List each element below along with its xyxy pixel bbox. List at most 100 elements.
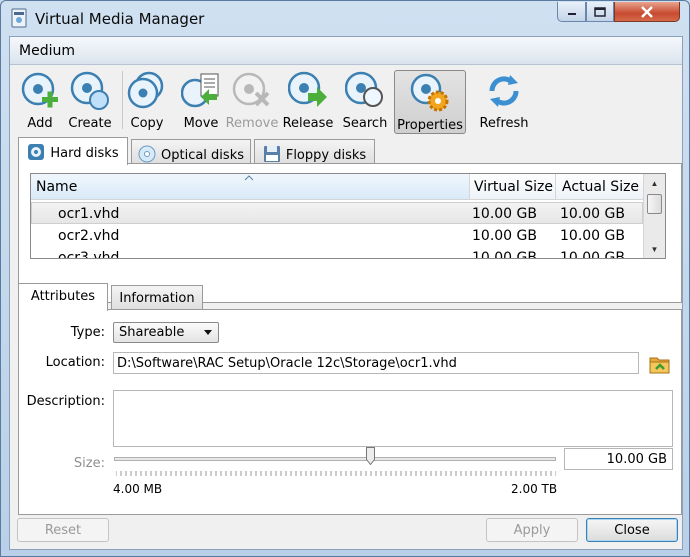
menu-medium[interactable]: Medium <box>19 43 75 59</box>
move-label: Move <box>183 116 219 131</box>
type-label: Type: <box>70 325 105 340</box>
properties-label: Properties <box>397 118 463 133</box>
column-divider <box>555 174 556 200</box>
row-virtual-size: 10.00 GB <box>472 228 537 244</box>
remove-button[interactable]: Remove <box>222 69 282 131</box>
client-area: Medium Add Create Copy Move Remove Relea… <box>9 36 683 550</box>
location-label: Location: <box>45 355 105 370</box>
close-icon <box>641 5 653 18</box>
close-window-button[interactable] <box>614 2 680 22</box>
create-disk-icon <box>70 71 109 110</box>
table-row[interactable]: ocr3.vhd 10.00 GB 10.00 GB <box>31 247 643 259</box>
minimize-icon <box>567 12 576 15</box>
scroll-up-arrow[interactable]: ▲ <box>644 174 665 192</box>
row-actual-size: 10.00 GB <box>560 206 625 222</box>
search-icon <box>345 71 383 107</box>
tab-attributes-label: Attributes <box>30 289 96 304</box>
table-row[interactable]: ocr1.vhd 10.00 GB 10.00 GB <box>31 202 643 224</box>
tab-attributes[interactable]: Attributes <box>18 283 108 311</box>
apply-button[interactable]: Apply <box>486 518 578 542</box>
tab-information[interactable]: Information <box>111 285 203 311</box>
row-actual-size: 10.00 GB <box>560 250 625 259</box>
copy-disk-icon <box>127 71 164 109</box>
floppy-disk-icon <box>263 146 280 162</box>
row-actual-size: 10.00 GB <box>560 228 625 244</box>
tab-floppy-disks[interactable]: Floppy disks <box>254 139 375 165</box>
scroll-down-arrow[interactable]: ▼ <box>644 240 665 258</box>
window-title: Virtual Media Manager <box>35 10 205 28</box>
maximize-icon <box>594 6 606 17</box>
media-type-tabs: Hard disks Optical disks Floppy disks <box>18 137 682 165</box>
tab-hard-disks-label: Hard disks <box>50 146 119 161</box>
toolbar: Add Create Copy Move Remove Release Sear… <box>10 65 682 137</box>
row-name: ocr2.vhd <box>58 228 120 244</box>
add-button[interactable]: Add <box>14 69 66 131</box>
copy-label: Copy <box>130 116 164 131</box>
refresh-icon <box>489 75 519 107</box>
folder-open-icon[interactable] <box>648 352 672 376</box>
virtual-media-manager-window: Virtual Media Manager Medium Add Create … <box>0 0 690 557</box>
detail-tabs: Attributes Information <box>18 283 682 311</box>
tab-floppy-disks-label: Floppy disks <box>285 148 367 163</box>
title-bar[interactable]: Virtual Media Manager <box>1 1 689 35</box>
chevron-down-icon <box>204 330 212 335</box>
add-label: Add <box>27 116 53 131</box>
size-max-label: 2.00 TB <box>511 482 558 496</box>
remove-disk-icon <box>232 72 270 107</box>
tab-optical-disks[interactable]: Optical disks <box>131 139 251 165</box>
table-row[interactable]: ocr2.vhd 10.00 GB 10.00 GB <box>31 225 643 247</box>
move-disk-icon <box>181 73 219 108</box>
tab-optical-disks-label: Optical disks <box>161 148 244 163</box>
size-slider-track[interactable] <box>114 457 556 461</box>
refresh-button[interactable]: Refresh <box>476 69 532 131</box>
description-label: Description: <box>26 394 105 409</box>
row-name: ocr1.vhd <box>58 206 120 222</box>
release-button[interactable]: Release <box>280 69 336 131</box>
maximize-button[interactable] <box>586 2 614 22</box>
hard-disk-icon <box>28 144 45 160</box>
release-label: Release <box>282 116 334 131</box>
size-slider-thumb[interactable] <box>366 447 376 465</box>
size-field[interactable]: 10.00 GB <box>564 448 673 470</box>
move-button[interactable]: Move <box>175 69 227 131</box>
location-field[interactable]: D:\Software\RAC Setup\Oracle 12c\Storage… <box>113 352 639 374</box>
column-actual-size[interactable]: Actual Size <box>562 179 639 195</box>
tab-information-label: Information <box>119 291 195 306</box>
media-list-panel: Name Virtual Size Actual Size ocr1.vhd 1… <box>18 163 682 303</box>
copy-button[interactable]: Copy <box>121 69 173 131</box>
tab-hard-disks[interactable]: Hard disks <box>18 137 128 165</box>
scroll-thumb[interactable] <box>647 194 662 214</box>
menu-bar: Medium <box>10 37 682 65</box>
row-virtual-size: 10.00 GB <box>472 206 537 222</box>
properties-button[interactable]: Properties <box>394 70 466 134</box>
size-label: Size: <box>73 456 105 471</box>
row-virtual-size: 10.00 GB <box>472 250 537 259</box>
table-header: Name Virtual Size Actual Size <box>31 174 643 200</box>
create-button[interactable]: Create <box>64 69 116 131</box>
properties-gear-icon <box>410 73 449 112</box>
column-name[interactable]: Name <box>36 179 77 195</box>
reset-button[interactable]: Reset <box>17 518 109 542</box>
optical-disk-icon <box>138 145 156 163</box>
sort-ascending-icon <box>244 175 254 181</box>
row-name: ocr3.vhd <box>58 250 120 259</box>
refresh-label: Refresh <box>479 116 529 131</box>
type-select[interactable]: Shareable <box>113 322 219 343</box>
vertical-scrollbar[interactable]: ▲ ▼ <box>643 174 665 258</box>
size-min-label: 4.00 MB <box>113 482 163 496</box>
attributes-panel: Type: Shareable Location: D:\Software\RA… <box>18 309 682 515</box>
minimize-button[interactable] <box>557 2 586 22</box>
close-button[interactable]: Close <box>586 518 678 542</box>
description-field[interactable] <box>113 390 673 447</box>
release-disk-icon <box>288 71 327 107</box>
type-select-value: Shareable <box>119 325 185 340</box>
size-slider-ticks <box>116 471 556 476</box>
search-button[interactable]: Search <box>339 69 391 131</box>
media-table: Name Virtual Size Actual Size ocr1.vhd 1… <box>30 173 666 259</box>
column-divider <box>469 174 470 200</box>
media-manager-icon <box>11 8 27 28</box>
remove-label: Remove <box>225 116 279 131</box>
search-label: Search <box>342 116 388 131</box>
column-virtual-size[interactable]: Virtual Size <box>474 179 553 195</box>
add-disk-icon <box>21 72 58 108</box>
